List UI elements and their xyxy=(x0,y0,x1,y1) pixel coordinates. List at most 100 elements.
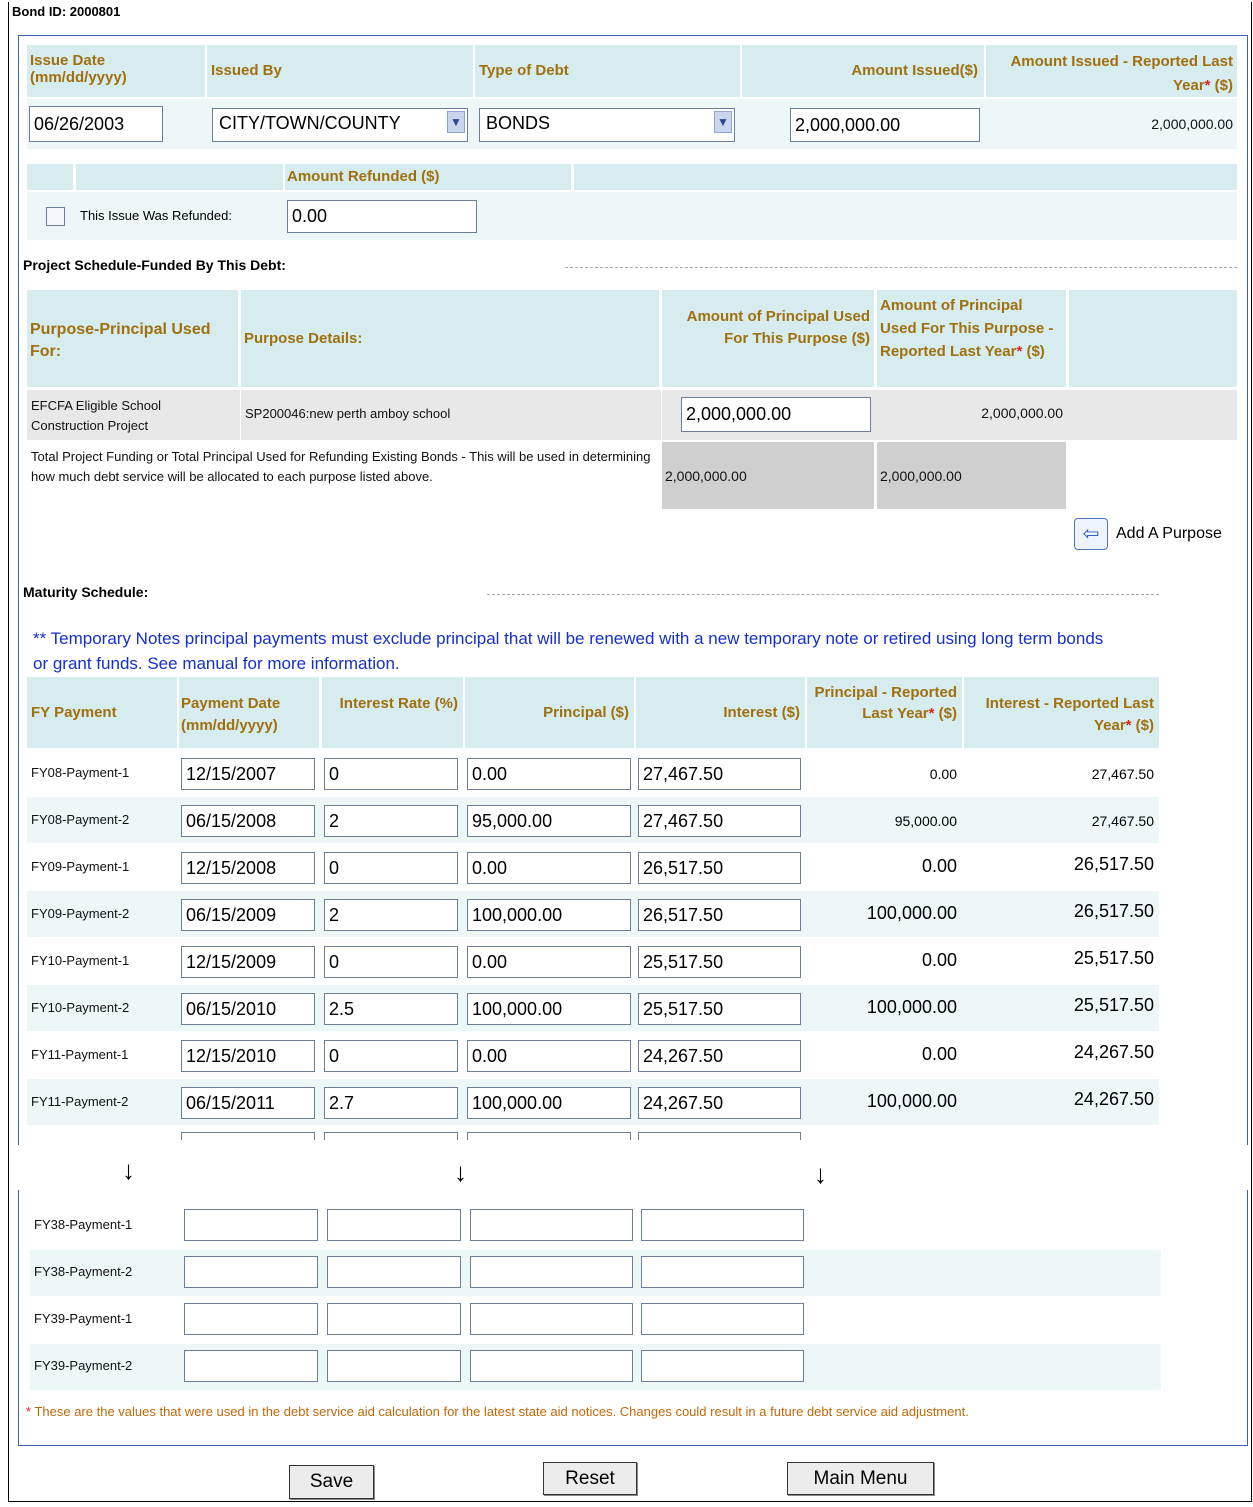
amount-used-header-label: Amount of Principal Used For This Purpos… xyxy=(686,308,870,347)
fy-payment-header: FY Payment xyxy=(27,677,177,748)
amount-used-input[interactable] xyxy=(681,397,871,432)
amount-used-header: Amount of Principal Used For This Purpos… xyxy=(662,290,874,387)
interest-reported-header-suffix: ($) xyxy=(1131,717,1154,734)
principal-reported-value: 100,000.00 xyxy=(866,997,957,1017)
principal-input[interactable] xyxy=(467,899,631,931)
interest-input[interactable] xyxy=(638,899,801,931)
total-reported-value: 2,000,000.00 xyxy=(880,468,962,484)
payment-date-input[interactable] xyxy=(181,899,315,931)
add-purpose-label: Add A Purpose xyxy=(1116,525,1222,542)
interest-rate-input[interactable] xyxy=(324,899,458,931)
interest-rate-input[interactable] xyxy=(324,758,458,790)
fy-payment-label: FY10-Payment-1 xyxy=(31,953,130,968)
principal-header: Principal ($) xyxy=(465,677,634,748)
interest-rate-input[interactable] xyxy=(324,805,458,837)
interest-input[interactable] xyxy=(638,946,801,978)
amount-refunded-header-label: Amount Refunded ($) xyxy=(287,168,440,185)
table-row: FY11-Payment-2 100,000.00 24,267.50 xyxy=(27,1079,1159,1125)
interest-rate-input[interactable] xyxy=(324,946,458,978)
payment-date-input[interactable] xyxy=(184,1350,318,1382)
interest-rate-input[interactable] xyxy=(324,852,458,884)
total-funding-label: Total Project Funding or Total Principal… xyxy=(31,449,651,484)
truncated-input xyxy=(638,1132,801,1140)
interest-input[interactable] xyxy=(638,1040,801,1072)
payment-date-input[interactable] xyxy=(181,805,315,837)
interest-input[interactable] xyxy=(638,993,801,1025)
fy-payment-label: FY11-Payment-1 xyxy=(31,1047,129,1062)
principal-input[interactable] xyxy=(470,1256,633,1288)
principal-reported-value: 95,000.00 xyxy=(894,813,957,829)
principal-input[interactable] xyxy=(467,1040,631,1072)
main-menu-button[interactable]: Main Menu xyxy=(787,1462,934,1495)
amount-issued-header-label: Amount Issued($) xyxy=(851,62,978,79)
interest-rate-header: Interest Rate (%) xyxy=(322,677,463,748)
payment-date-input[interactable] xyxy=(181,993,315,1025)
principal-input[interactable] xyxy=(470,1303,633,1335)
principal-input[interactable] xyxy=(467,758,631,790)
principal-input[interactable] xyxy=(470,1209,633,1241)
principal-input[interactable] xyxy=(467,852,631,884)
interest-reported-header: Interest - Reported Last Year* ($) xyxy=(964,677,1159,748)
principal-input[interactable] xyxy=(470,1350,633,1382)
amount-used-reported-value: 2,000,000.00 xyxy=(981,405,1063,421)
interest-rate-input[interactable] xyxy=(327,1209,461,1241)
fy-payment-header-label: FY Payment xyxy=(31,704,117,721)
payment-date-input[interactable] xyxy=(184,1256,318,1288)
interest-input[interactable] xyxy=(638,1087,801,1119)
table-row: FY10-Payment-2 100,000.00 25,517.50 xyxy=(27,985,1159,1031)
principal-input[interactable] xyxy=(467,805,631,837)
payment-date-input[interactable] xyxy=(181,758,315,790)
maturity-schedule-title: Maturity Schedule: xyxy=(23,584,149,600)
interest-input[interactable] xyxy=(641,1209,804,1241)
interest-rate-input[interactable] xyxy=(327,1256,461,1288)
interest-reported-value: 24,267.50 xyxy=(1073,1042,1154,1062)
interest-rate-input[interactable] xyxy=(324,1040,458,1072)
payment-date-input[interactable] xyxy=(181,852,315,884)
arrow-left-icon: ⇦ xyxy=(1074,518,1108,550)
type-of-debt-select[interactable]: BONDS ▼ xyxy=(479,108,735,142)
amount-reported-header-suffix: ($) xyxy=(1210,77,1233,94)
refunded-checkbox[interactable] xyxy=(46,207,65,226)
interest-input[interactable] xyxy=(638,805,801,837)
amount-issued-input[interactable] xyxy=(790,108,980,142)
payment-date-input[interactable] xyxy=(181,1040,315,1072)
interest-input[interactable] xyxy=(638,758,801,790)
fy-payment-label: FY39-Payment-1 xyxy=(34,1311,133,1326)
footnote: * These are the values that were used in… xyxy=(26,1402,1206,1422)
payment-date-input[interactable] xyxy=(181,1087,315,1119)
interest-input[interactable] xyxy=(641,1303,804,1335)
principal-input[interactable] xyxy=(467,993,631,1025)
issue-date-input[interactable] xyxy=(29,106,163,142)
interest-rate-input[interactable] xyxy=(327,1303,461,1335)
purpose-details-header: Purpose Details: xyxy=(241,290,659,387)
interest-rate-input[interactable] xyxy=(324,1087,458,1119)
issued-by-select[interactable]: CITY/TOWN/COUNTY ▼ xyxy=(212,108,468,142)
payment-date-input[interactable] xyxy=(184,1303,318,1335)
interest-rate-header-label: Interest Rate (%) xyxy=(339,695,458,712)
principal-reported-value: 0.00 xyxy=(921,856,957,876)
save-button[interactable]: Save xyxy=(289,1465,374,1499)
fy-payment-label: FY09-Payment-2 xyxy=(31,906,130,921)
interest-rate-input[interactable] xyxy=(327,1350,461,1382)
section-divider xyxy=(565,267,1237,268)
principal-input[interactable] xyxy=(467,1087,631,1119)
payment-date-input[interactable] xyxy=(181,946,315,978)
issued-by-value: CITY/TOWN/COUNTY xyxy=(219,113,401,133)
payment-date-input[interactable] xyxy=(184,1209,318,1241)
principal-reported-value: 0.00 xyxy=(921,950,957,970)
type-of-debt-value: BONDS xyxy=(486,113,551,133)
add-purpose-button[interactable]: ⇦ Add A Purpose xyxy=(1074,518,1234,552)
interest-input[interactable] xyxy=(641,1256,804,1288)
interest-input[interactable] xyxy=(641,1350,804,1382)
amount-refunded-input[interactable] xyxy=(287,200,477,233)
table-row: FY08-Payment-1 0.00 27,467.50 xyxy=(27,750,1159,796)
interest-input[interactable] xyxy=(638,852,801,884)
interest-rate-input[interactable] xyxy=(324,993,458,1025)
fy-payment-label: FY39-Payment-2 xyxy=(34,1358,133,1373)
interest-reported-value: 24,267.50 xyxy=(1073,1089,1154,1109)
bond-id: Bond ID: 2000801 xyxy=(12,4,121,19)
principal-input[interactable] xyxy=(467,946,631,978)
reset-button[interactable]: Reset xyxy=(543,1462,637,1495)
interest-reported-value: 27,467.50 xyxy=(1091,813,1154,829)
principal-reported-value: 0.00 xyxy=(921,1044,957,1064)
